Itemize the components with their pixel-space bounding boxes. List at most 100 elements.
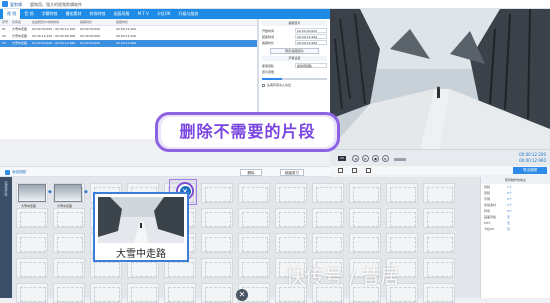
speed-indicator[interactable]: 2X — [338, 156, 346, 161]
tab-6[interactable]: M T V — [134, 9, 153, 19]
property-row: 截取时长 00:00:12.960 — [262, 40, 327, 46]
timeline-slot[interactable] — [349, 233, 381, 253]
video-preview[interactable] — [330, 9, 550, 149]
timeline-slot[interactable] — [201, 208, 233, 228]
stop-icon[interactable]: ▪ — [372, 155, 379, 162]
table-cell: 00:00:00.000 - 00:00:12.960 — [32, 41, 76, 45]
table-cell: 大雪中走路 — [12, 27, 28, 31]
preview-trim-button[interactable]: 预览/截取原片 — [270, 48, 319, 54]
transition-arrow-icon[interactable]: ◆ — [48, 189, 52, 195]
export-video-button[interactable]: 导出视频 — [513, 167, 547, 174]
timeline-slot[interactable] — [275, 183, 307, 203]
timeline-slot[interactable] — [386, 233, 418, 253]
column-header[interactable]: 截取时长 — [114, 19, 154, 25]
fade-checkbox[interactable]: 头尾声音淡入淡出 — [262, 83, 327, 87]
volume-bar[interactable] — [394, 158, 406, 161]
column-header[interactable]: 文件名 — [10, 19, 30, 25]
volume-row: 原片音量 — [262, 69, 327, 75]
settings-icon[interactable] — [366, 168, 371, 173]
previous-frame-icon[interactable]: ◂ — [352, 155, 359, 162]
property-value-input[interactable]: 00:00:12.960 — [295, 34, 327, 39]
audio-track-select[interactable]: 提供音频轨 — [295, 63, 327, 68]
timeline-slot[interactable] — [423, 283, 455, 303]
timeline-slot[interactable] — [349, 208, 381, 228]
checkbox-box[interactable] — [262, 83, 265, 87]
timeline-slot[interactable] — [275, 208, 307, 228]
timeline-slot[interactable] — [90, 283, 122, 303]
timeline-slot[interactable] — [201, 283, 233, 303]
transition-arrow-icon[interactable]: ◆ — [84, 189, 88, 195]
timeline-slot[interactable] — [423, 258, 455, 278]
current-time: 00:00:12.200 — [519, 152, 546, 157]
timeline-slot[interactable] — [238, 208, 270, 228]
volume-slider[interactable] — [262, 78, 327, 80]
timeline-slot[interactable] — [53, 208, 85, 228]
section-title-audio: 声音设置 — [262, 56, 327, 61]
next-frame-icon[interactable]: ▸ — [382, 155, 389, 162]
fullscreen-icon[interactable] — [352, 168, 357, 173]
banner-text: 删除不需要的片段 — [179, 122, 316, 141]
total-time: 00:00:12.960 — [519, 158, 546, 163]
snapshot-icon[interactable] — [338, 168, 343, 173]
timeline-slot[interactable] — [16, 283, 48, 303]
table-body: 01 大雪中走路 00:00:00.000 - 00:00:12.200 00:00:… — [0, 26, 257, 47]
tab-8[interactable]: 升级与服务 — [175, 9, 203, 19]
close-icon[interactable]: ✕ — [236, 289, 248, 301]
preview-toolbar: 导出视频 — [330, 166, 550, 175]
clip-thumbnail[interactable] — [54, 184, 82, 202]
property-value-input[interactable]: 00:00:12.960 — [295, 40, 327, 45]
property-value-input[interactable]: 00:00:00.000 — [295, 28, 327, 33]
timeline-slot[interactable] — [164, 283, 196, 303]
timeline-slot[interactable] — [16, 233, 48, 253]
tab-3[interactable]: 叠加素材 — [62, 9, 86, 19]
table-cell: 00:00:12.200 — [116, 27, 137, 31]
timeline-slot[interactable] — [423, 208, 455, 228]
timeline-slot[interactable] — [312, 183, 344, 203]
super-scissors-button[interactable]: 超级剪刀 — [280, 169, 304, 176]
tab-7[interactable]: 卡拉OK — [153, 9, 175, 19]
timeline-side-tab[interactable]: 已添加片段 — [0, 177, 12, 298]
timeline-slot[interactable] — [53, 258, 85, 278]
timeline-slot[interactable] — [275, 233, 307, 253]
selected-clip-card[interactable]: 大雪中走路 — [93, 192, 189, 262]
delete-button[interactable]: 删除 — [240, 169, 262, 176]
timeline-slot[interactable] — [349, 183, 381, 203]
timeline-slot[interactable] — [423, 183, 455, 203]
property-label: 截取时长 — [262, 41, 275, 45]
table-cell: 03 — [2, 41, 6, 45]
timeline-slot[interactable] — [16, 258, 48, 278]
play-icon[interactable]: ▸ — [362, 155, 369, 162]
timeline-slot[interactable] — [53, 283, 85, 303]
timeline-slot[interactable] — [53, 233, 85, 253]
timeline-slot[interactable] — [312, 233, 344, 253]
table-row[interactable]: 03 大雪中走路 00:00:00.000 - 00:00:12.960 00:00:… — [0, 40, 257, 47]
timeline-slot[interactable] — [201, 183, 233, 203]
timeline-grid — [12, 177, 480, 303]
column-header[interactable]: 序号 — [0, 19, 10, 25]
timeline-slot[interactable] — [127, 283, 159, 303]
tab-5[interactable]: 画面风格 — [110, 9, 134, 19]
timeline-slot[interactable] — [423, 233, 455, 253]
tab-4[interactable]: 转场特效 — [86, 9, 110, 19]
tab-0[interactable]: 视 频 — [3, 9, 21, 19]
timeline-slot[interactable] — [201, 233, 233, 253]
timeline-slot[interactable] — [238, 233, 270, 253]
timeline-slot[interactable] — [238, 183, 270, 203]
tab-2[interactable]: 字幕特效 — [38, 9, 62, 19]
timeline-slot[interactable] — [386, 208, 418, 228]
clip-title: 大雪中走路 — [116, 249, 166, 260]
timeline-slot[interactable] — [386, 183, 418, 203]
table-row[interactable]: 01 大雪中走路 00:00:00.000 - 00:00:12.200 00:00:… — [0, 26, 257, 33]
column-header[interactable]: 在最终影片中的时间 — [30, 19, 78, 25]
clip-thumbnail[interactable] — [18, 184, 46, 202]
timeline-slot[interactable] — [238, 258, 270, 278]
tab-1[interactable]: 音 频 — [20, 9, 37, 19]
column-header[interactable]: 截取时长 — [78, 19, 114, 25]
add-video-button[interactable]: 添加视频 — [3, 169, 30, 176]
table-row[interactable]: 02 大雪中走路 00:00:12.200 - 00:00:00.000 00:00:… — [0, 33, 257, 40]
table-cell: 01 — [2, 27, 6, 31]
timeline-slot[interactable] — [312, 208, 344, 228]
timeline-slot[interactable] — [201, 258, 233, 278]
table-cell: 00:00:12.960 — [116, 41, 137, 45]
timeline-slot[interactable] — [16, 208, 48, 228]
